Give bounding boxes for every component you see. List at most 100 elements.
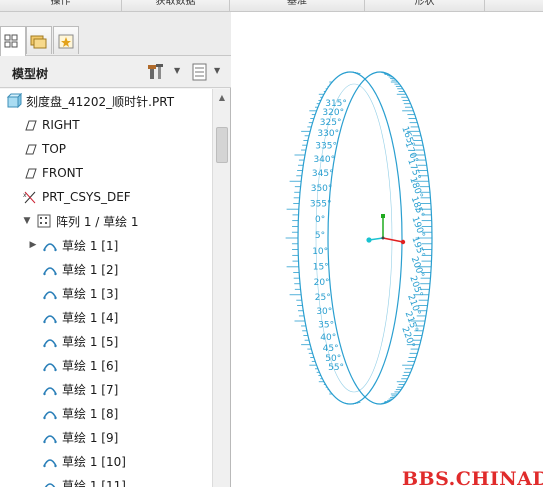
tree-item-label: 草绘 1 [9]: [62, 430, 119, 445]
sketch-icon: [43, 387, 57, 396]
front-degree-label: 325°: [320, 118, 342, 128]
show-list-icon[interactable]: [190, 62, 210, 82]
front-degree-label: 345°: [312, 169, 334, 179]
model-tree-icon: [4, 34, 18, 48]
ribbon-group-label: 形状: [414, 0, 435, 7]
app-window: 操作 获取数据 基准 形状 模型树 ▼ ▼ 刻度盘_41202_顺时针.PRT …: [0, 0, 543, 487]
sketch-icon: [43, 243, 57, 252]
tree-item[interactable]: 草绘 1 [10]: [0, 449, 212, 473]
chevron-down-icon[interactable]: ▼: [174, 66, 180, 75]
tree-item-label: 草绘 1 [2]: [62, 262, 119, 277]
tree-item[interactable]: TOP: [0, 137, 212, 161]
tab-folder-browser[interactable]: [26, 26, 52, 54]
front-degree-label: 20°: [314, 278, 330, 288]
expand-arrow-right-icon[interactable]: ▶: [28, 240, 38, 250]
tree-item[interactable]: 草绘 1 [8]: [0, 401, 212, 425]
front-degree-label: 35°: [318, 321, 334, 331]
scroll-up-arrow-icon[interactable]: ▲: [216, 93, 228, 103]
sketch-icon: [43, 363, 57, 372]
tree-item-label: 草绘 1 [7]: [62, 382, 119, 397]
tree-item[interactable]: 草绘 1 [9]: [0, 425, 212, 449]
tree-item[interactable]: 草绘 1 [6]: [0, 353, 212, 377]
sketch-icon: [44, 483, 56, 487]
datum-plane-icon: [25, 168, 37, 179]
expand-arrow-down-icon[interactable]: ▼: [22, 216, 32, 226]
tree-item-label: 草绘 1 [4]: [62, 310, 119, 325]
tree-item[interactable]: RIGHT: [0, 113, 212, 137]
chevron-down-icon[interactable]: ▼: [214, 66, 220, 75]
sketch-icon: [43, 315, 57, 324]
sketch-icon: [43, 411, 57, 420]
front-degree-label: 315°: [325, 99, 347, 109]
tree-item-label: 草绘 1 [1]: [62, 238, 119, 253]
navigator-tabs: [0, 12, 231, 56]
tree-item-label: RIGHT: [42, 118, 80, 132]
tree-item-label: PRT_CSYS_DEF: [42, 190, 131, 204]
ribbon-group-datum[interactable]: 基准: [230, 0, 365, 12]
tree-item-label: 草绘 1 [5]: [62, 334, 119, 349]
graphics-viewport[interactable]: 55° 50° 45° 40° 35° 30° 25° 20° 15° 10° 5° 0° 355° 35…: [232, 12, 543, 487]
sketch-icon: [43, 291, 57, 300]
ribbon-group-operations[interactable]: 操作: [0, 0, 122, 12]
tree-item-label: 草绘 1 [3]: [62, 286, 119, 301]
front-degree-label: 50°: [325, 354, 341, 364]
tree-item[interactable]: FRONT: [0, 161, 212, 185]
front-degree-label: 25°: [315, 293, 331, 303]
sketch-icon: [43, 435, 57, 444]
front-degree-label: 320°: [322, 108, 344, 118]
watermark: BBS.CHINADE.NET: [402, 468, 543, 487]
front-degree-label: 5°: [315, 231, 325, 241]
front-degree-label: 15°: [313, 263, 329, 273]
tree-item-label: FRONT: [42, 166, 83, 180]
scrollbar-thumb[interactable]: [216, 127, 228, 163]
pattern-icon: [37, 214, 51, 228]
tree-item[interactable]: ▶ 草绘 1 [1]: [0, 233, 212, 257]
tree-item[interactable]: 草绘 1 [3]: [0, 281, 212, 305]
ribbon-group-bar: 操作 获取数据 基准 形状: [0, 0, 543, 12]
front-degree-label: 350°: [311, 184, 333, 194]
front-degree-label: 330°: [317, 129, 339, 139]
tree-item[interactable]: 草绘 1 [7]: [0, 377, 212, 401]
sketch-icon: [43, 339, 57, 348]
tree-item[interactable]: 草绘 1 [2]: [0, 257, 212, 281]
csys-x-axis: [382, 237, 404, 243]
ribbon-group-get-data[interactable]: 获取数据: [122, 0, 230, 12]
datum-plane-icon: [25, 120, 37, 131]
favorites-icon: [58, 34, 74, 49]
tree-item-label: 草绘 1 [11]: [62, 478, 126, 487]
tree-item-label: 草绘 1 [8]: [62, 406, 119, 421]
svg-text:x: x: [23, 192, 27, 199]
csys-icon: x: [23, 191, 36, 204]
tree-item[interactable]: ▼ 阵列 1 / 草绘 1: [0, 209, 212, 233]
ribbon-group-shapes[interactable]: 形状: [365, 0, 485, 12]
front-degree-label: 45°: [323, 344, 339, 354]
tree-item-label: 阵列 1 / 草绘 1: [56, 214, 139, 229]
ribbon-group-label: 操作: [50, 0, 71, 7]
part-icon: [6, 93, 22, 109]
datum-plane-icon: [25, 144, 37, 155]
ribbon-group-label: 获取数据: [155, 0, 196, 7]
tree-item[interactable]: 草绘 1 [11]: [0, 473, 212, 487]
tree-item[interactable]: x PRT_CSYS_DEF: [0, 185, 212, 209]
tree-item-label: TOP: [42, 142, 67, 156]
model-tree-title: 模型树: [12, 67, 49, 81]
front-degree-label: 355°: [310, 199, 332, 209]
tree-settings-tools-icon[interactable]: [147, 62, 171, 82]
model-tree-header: 模型树 ▼ ▼: [0, 56, 231, 88]
front-degree-label: 340°: [313, 155, 335, 165]
tree-item[interactable]: 草绘 1 [4]: [0, 305, 212, 329]
front-degree-label: 40°: [320, 333, 336, 343]
front-degree-label: 335°: [315, 141, 337, 151]
front-degree-label: 0°: [315, 215, 325, 225]
ribbon-group-label: 基准: [287, 0, 307, 7]
front-degree-label: 10°: [312, 247, 328, 257]
tree-item[interactable]: 刻度盘_41202_顺时针.PRT: [0, 89, 212, 113]
tab-favorites[interactable]: [53, 26, 79, 54]
tree-item-label: 刻度盘_41202_顺时针.PRT: [26, 94, 175, 109]
tree-scrollbar[interactable]: ▲: [212, 89, 230, 487]
tab-model-tree[interactable]: [0, 26, 26, 56]
tree-item[interactable]: 草绘 1 [5]: [0, 329, 212, 353]
navigator-panel: 模型树 ▼ ▼ 刻度盘_41202_顺时针.PRT RIGHT TOP FRONT x P…: [0, 12, 231, 487]
tree-item-label: 草绘 1 [6]: [62, 358, 119, 373]
model-tree: 刻度盘_41202_顺时针.PRT RIGHT TOP FRONT x PRT_CSYS_…: [0, 89, 212, 487]
